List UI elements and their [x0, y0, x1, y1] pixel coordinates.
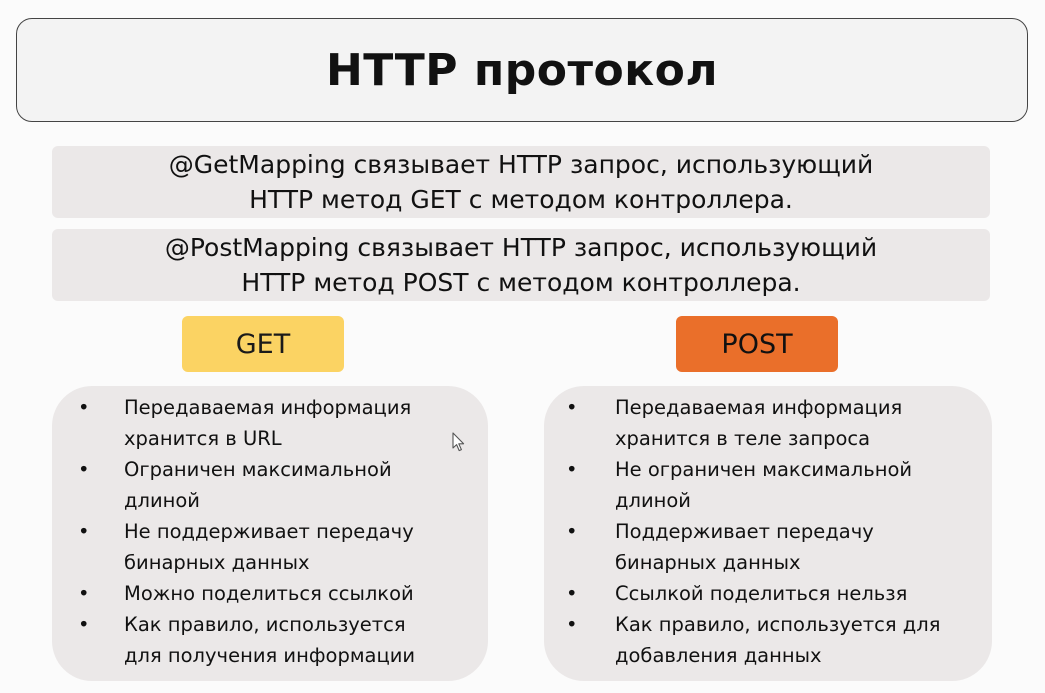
get-mapping-line: @GetMapping связывает HTTP запрос, испол…: [168, 150, 874, 179]
list-item-text: Не ограничен максимальной: [615, 458, 913, 481]
list-item: • Передаваемая информация хранится в URL: [52, 392, 488, 454]
list-item: • Как правило, используется для получени…: [52, 609, 488, 671]
bullet-icon: •: [566, 613, 578, 636]
list-item-text: Поддерживает передачу: [615, 520, 874, 543]
list-item: • Как правило, используется для добавлен…: [544, 609, 992, 671]
bullet-icon: •: [78, 458, 90, 481]
bullet-icon: •: [78, 582, 90, 605]
get-method-label: GET: [182, 316, 344, 372]
list-item-text: Ссылкой поделиться нельзя: [615, 582, 908, 605]
list-item-text: Можно поделиться ссылкой: [124, 582, 414, 605]
post-mapping-line: HTTP метод POST с методом контроллера.: [241, 268, 801, 297]
list-item-text: Ограничен максимальной: [124, 458, 392, 481]
post-features-list: • Передаваемая информация хранится в тел…: [544, 386, 992, 671]
slide-title: HTTP протокол: [325, 44, 719, 96]
get-mapping-line: HTTP метод GET с методом контроллера.: [249, 185, 793, 214]
bullet-icon: •: [78, 613, 90, 636]
list-item-text: Передаваемая информация: [124, 396, 412, 419]
list-item: • Ограничен максимальной длиной: [52, 454, 488, 516]
list-item: • Не ограничен максимальной длиной: [544, 454, 992, 516]
bullet-icon: •: [566, 458, 578, 481]
post-method-label: POST: [676, 316, 838, 372]
list-item-text: хранится в URL: [124, 427, 282, 450]
list-item-text: длиной: [615, 489, 691, 512]
list-item-text: Как правило, используется: [124, 613, 406, 636]
list-item: • Можно поделиться ссылкой: [52, 578, 488, 609]
list-item: • Поддерживает передачу бинарных данных: [544, 516, 992, 578]
post-mapping-description: @PostMapping связывает HTTP запрос, испо…: [52, 229, 990, 301]
bullet-icon: •: [566, 520, 578, 543]
get-features-list: • Передаваемая информация хранится в URL…: [52, 386, 488, 671]
bullet-icon: •: [78, 396, 90, 419]
list-item-text: хранится в теле запроса: [615, 427, 871, 450]
list-item-text: длиной: [124, 489, 200, 512]
mouse-pointer-icon: [452, 432, 465, 452]
list-item-text: Как правило, используется для: [615, 613, 941, 636]
list-item-text: Передаваемая информация: [615, 396, 903, 419]
post-features-card: • Передаваемая информация хранится в тел…: [544, 386, 992, 681]
bullet-icon: •: [566, 582, 578, 605]
list-item-text: для получения информации: [124, 644, 416, 667]
post-mapping-line: @PostMapping связывает HTTP запрос, испо…: [164, 233, 878, 262]
list-item: • Ссылкой поделиться нельзя: [544, 578, 992, 609]
list-item-text: добавления данных: [615, 644, 822, 667]
list-item-text: бинарных данных: [615, 551, 801, 574]
bullet-icon: •: [78, 520, 90, 543]
title-box: HTTP протокол: [16, 18, 1028, 122]
list-item: • Передаваемая информация хранится в тел…: [544, 392, 992, 454]
list-item-text: Не поддерживает передачу: [124, 520, 414, 543]
list-item-text: бинарных данных: [124, 551, 310, 574]
get-features-card: • Передаваемая информация хранится в URL…: [52, 386, 488, 681]
get-mapping-description: @GetMapping связывает HTTP запрос, испол…: [52, 146, 990, 218]
list-item: • Не поддерживает передачу бинарных данн…: [52, 516, 488, 578]
bullet-icon: •: [566, 396, 578, 419]
